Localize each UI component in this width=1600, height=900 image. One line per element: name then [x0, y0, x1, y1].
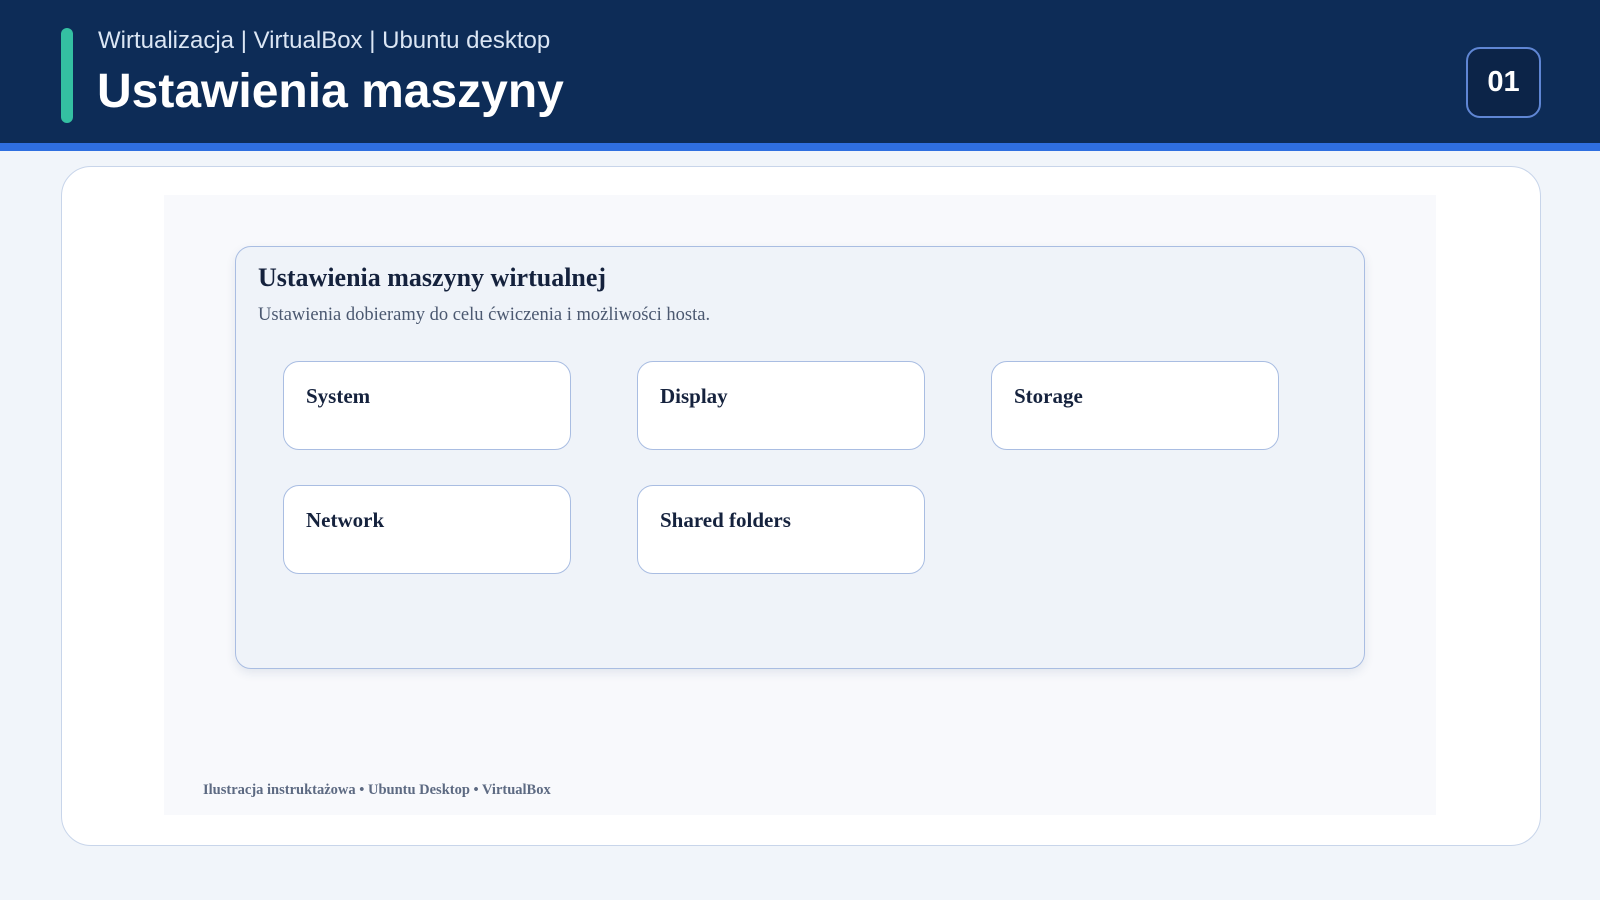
page-title: Ustawienia maszyny [97, 65, 564, 118]
breadcrumb: Wirtualizacja | VirtualBox | Ubuntu desk… [98, 27, 551, 54]
dialog-title: Ustawienia maszyny wirtualnej [258, 263, 607, 292]
tile-label: Shared folders [660, 508, 791, 532]
settings-tile-storage[interactable]: Storage [991, 361, 1279, 450]
tile-label: System [306, 384, 371, 408]
accent-bar [61, 28, 73, 123]
settings-tile-system[interactable]: System [283, 361, 571, 450]
slide-number-badge: 01 [1466, 47, 1541, 118]
settings-tile-display[interactable]: Display [637, 361, 925, 450]
settings-tile-shared-folders[interactable]: Shared folders [637, 485, 925, 574]
settings-tile-network[interactable]: Network [283, 485, 571, 574]
tile-label: Display [660, 384, 728, 408]
illustration-caption: Ilustracja instruktażowa • Ubuntu Deskto… [203, 782, 551, 798]
dialog-subtitle: Ustawienia dobieramy do celu ćwiczenia i… [258, 305, 711, 325]
tile-label: Storage [1014, 384, 1083, 408]
header-stripe [0, 143, 1600, 151]
tile-label: Network [306, 508, 385, 532]
